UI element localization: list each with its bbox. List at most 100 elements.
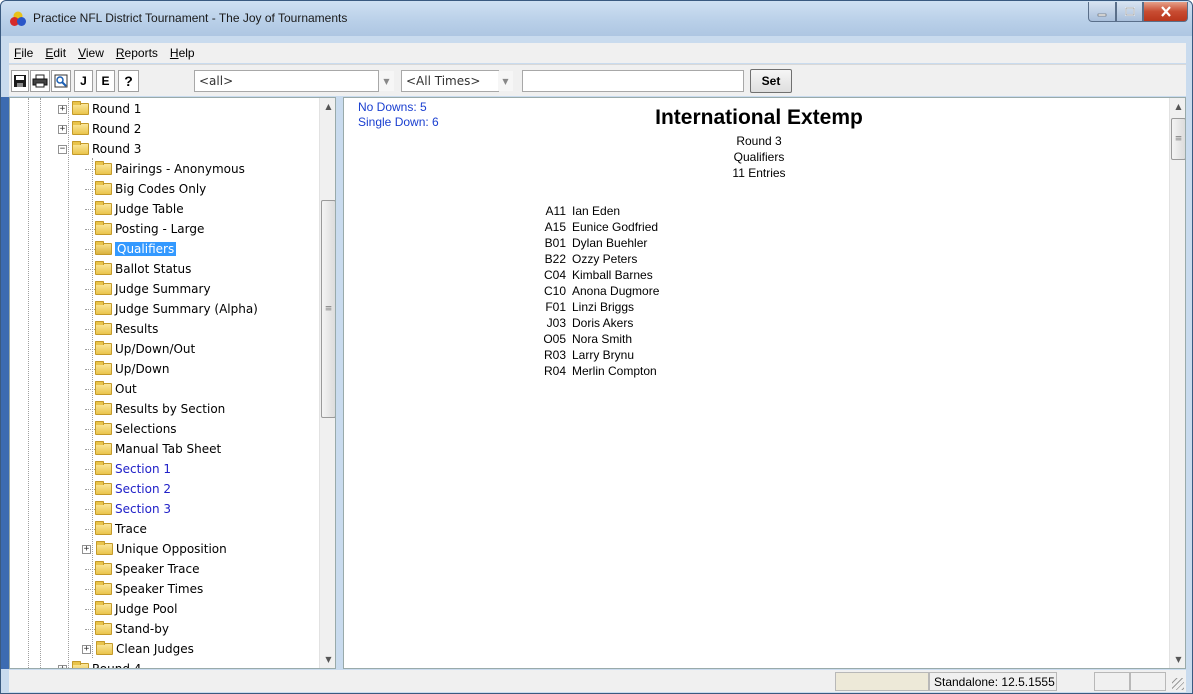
maximize-button[interactable] [1116,2,1143,22]
entry-row: B22 Ozzy Peters [524,252,638,268]
menu-file[interactable]: File [9,46,40,60]
entry-code: A11 [545,204,566,218]
entry-name: Nora Smith [572,332,633,346]
folder-icon [95,181,112,195]
event-filter-dropdown-icon[interactable]: ▼ [379,71,394,91]
tree-item[interactable]: Out [85,380,137,398]
tree-connector [85,309,95,310]
tree-item[interactable]: Judge Summary [85,280,211,298]
toolbar-text-input[interactable] [522,70,744,92]
tree-item[interactable]: Pairings - Anonymous [85,160,245,178]
tree-item[interactable]: Big Codes Only [85,180,206,198]
tree-item[interactable]: + Clean Judges [82,640,194,658]
tree-item-label: Pairings - Anonymous [115,162,245,176]
folder-icon [95,441,112,455]
collapse-icon[interactable]: − [58,144,67,154]
scroll-up-icon[interactable]: ▲ [320,98,335,115]
menu-reports[interactable]: Reports [111,46,165,60]
event-filter-select[interactable]: <all> [194,70,379,92]
entry-name: Ozzy Peters [572,252,638,266]
tree-item[interactable]: Speaker Trace [85,560,199,578]
resize-grip-icon[interactable] [1172,678,1184,690]
tree-item[interactable]: Judge Table [85,200,184,218]
folder-icon [95,501,112,515]
tree-connector [85,289,95,290]
minimize-icon [1097,13,1107,16]
close-button[interactable] [1143,2,1188,22]
entry-code: R04 [543,364,566,378]
tree-item[interactable]: Judge Pool [85,600,177,618]
title-bar[interactable]: Practice NFL District Tournament - The J… [1,1,1192,36]
tree-item[interactable]: Manual Tab Sheet [85,440,222,458]
tree-item-label: Clean Judges [116,642,194,656]
tree-item[interactable]: Trace [85,520,147,538]
tree-connector [85,489,95,490]
tree-item[interactable]: Results by Section [85,400,225,418]
scroll-down-icon[interactable]: ▼ [1170,651,1185,668]
tree-connector [85,629,95,630]
help-button[interactable]: ? [118,70,139,92]
tree-connector [92,158,93,658]
set-button[interactable]: Set [750,69,792,93]
tree-item[interactable]: − Round 3 [58,140,141,158]
tree-item[interactable]: Selections [85,420,177,438]
expand-icon[interactable]: + [58,124,67,134]
entry-name: Doris Akers [572,316,634,330]
expand-icon[interactable]: + [82,644,91,654]
tree-item[interactable]: + Round 4 [58,660,141,668]
tree-connector [85,329,95,330]
scroll-up-icon[interactable]: ▲ [1170,98,1185,115]
tree-connector [85,529,95,530]
tree-item[interactable]: Posting - Large [85,220,204,238]
tree-item[interactable]: Results [85,320,158,338]
tree-scrollbar[interactable]: ▲ ≡ ▼ [319,98,335,668]
tree-item[interactable]: Up/Down/Out [85,340,195,358]
folder-icon [95,461,112,475]
expand-icon[interactable]: + [58,104,67,114]
report-scrollbar[interactable]: ▲ ≡ ▼ [1169,98,1185,668]
tree-scroll-thumb[interactable]: ≡ [321,200,335,418]
tree-item[interactable]: Speaker Times [85,580,203,598]
tree-item[interactable]: Section 1 [85,460,171,478]
save-button[interactable] [11,70,29,92]
tree-item-label: Out [115,382,137,396]
entry-code: O05 [543,332,566,346]
tree-item[interactable]: Judge Summary (Alpha) [85,300,258,318]
menu-help[interactable]: Help [165,46,202,60]
judges-button[interactable]: J [74,70,93,92]
folder-icon [72,661,89,668]
tree-item[interactable]: Section 2 [85,480,171,498]
entry-name: Kimball Barnes [572,268,653,282]
entry-code: B22 [544,252,566,266]
report-scroll-thumb[interactable]: ≡ [1171,118,1185,160]
folder-icon [95,261,112,275]
folder-icon [95,301,112,315]
window-title: Practice NFL District Tournament - The J… [33,11,348,25]
tree-item-label: Trace [115,522,147,536]
times-filter-select[interactable]: <All Times> [401,70,499,92]
tree-item[interactable]: Section 3 [85,500,171,518]
tree-item[interactable]: Stand-by [85,620,169,638]
tree-item-label: Manual Tab Sheet [115,442,222,456]
minimize-button[interactable] [1088,2,1116,22]
print-button[interactable] [30,70,50,92]
tree-item[interactable]: Ballot Status [85,260,191,278]
tree-item[interactable]: Up/Down [85,360,169,378]
menu-edit[interactable]: Edit [40,46,73,60]
tree-item[interactable]: Qualifiers [85,240,177,258]
print-preview-button[interactable] [51,70,71,92]
expand-icon[interactable]: + [58,664,67,668]
tree-connector [85,229,95,230]
tree-item[interactable]: + Round 2 [58,120,141,138]
folder-icon [95,221,112,235]
close-icon [1160,6,1171,17]
menu-view[interactable]: View [73,46,111,60]
entry-code: A15 [544,220,566,234]
tree-item[interactable]: + Unique Opposition [82,540,227,558]
tree-item[interactable]: + Round 1 [58,100,141,118]
app-logo-icon [10,11,26,26]
scroll-down-icon[interactable]: ▼ [320,651,335,668]
expand-icon[interactable]: + [82,544,91,554]
times-filter-dropdown-icon[interactable]: ▼ [498,71,513,91]
entries-button[interactable]: E [96,70,115,92]
